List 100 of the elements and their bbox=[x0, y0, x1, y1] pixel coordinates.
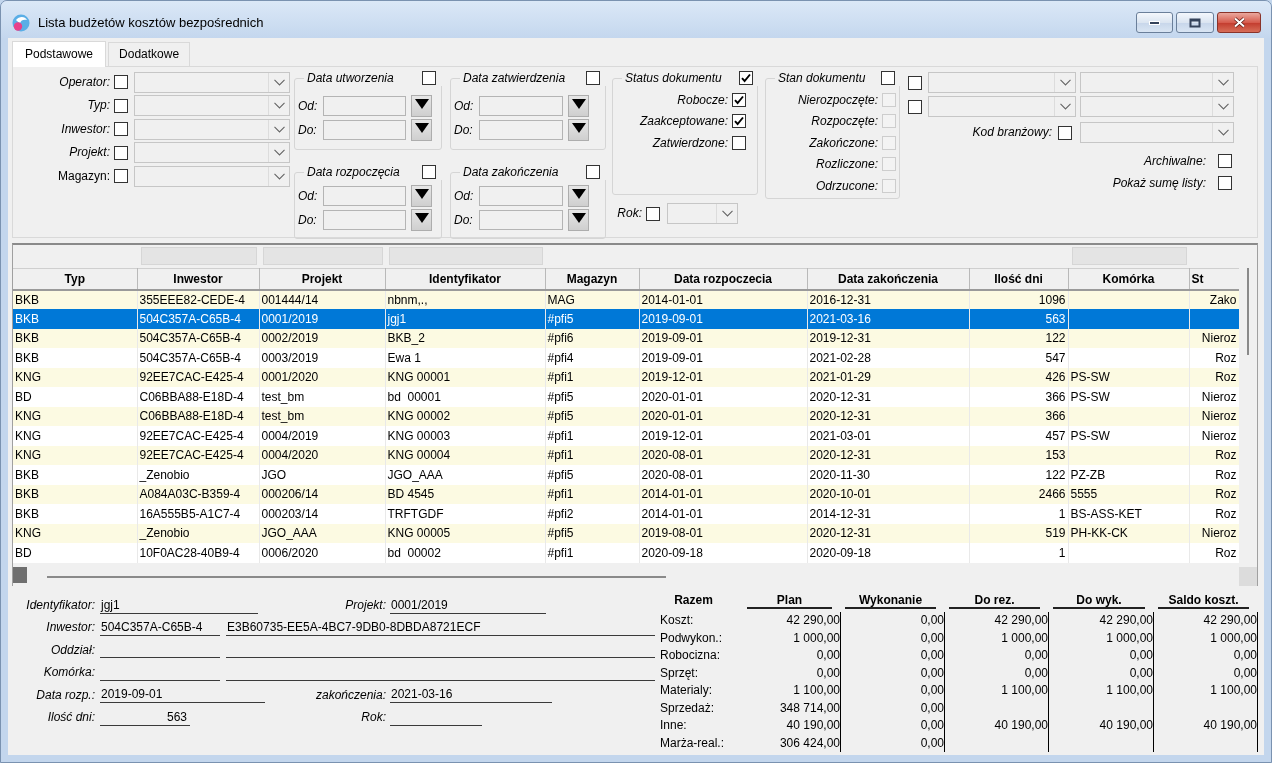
table-row[interactable]: KNG _Zenobio JGO_AAA KNG 00005 #pfi5 2019-08-01 2020-12-31 519 PH-KK-CK Nieroz bbox=[13, 523, 1239, 543]
table-cell: 40 190,00 bbox=[1049, 717, 1154, 735]
column-header: Razem bbox=[673, 592, 714, 609]
table-row[interactable]: BKB 504C357A-C65B-4 0002/2019 BKB_2 #pfi6 2019-09-01 2019-12-31 122 Nieroz bbox=[13, 328, 1239, 348]
filter-field[interactable] bbox=[389, 247, 543, 265]
field-label: Projekt: bbox=[68, 145, 111, 160]
table-cell: 0001/2019 bbox=[259, 309, 385, 329]
table-row[interactable]: BKB 355EEE82-CEDE-4 001444/14 nbnm,., MAG 2014-01-01 2016-12-31 1096 Zako bbox=[13, 289, 1239, 309]
checkbox[interactable] bbox=[1218, 154, 1232, 168]
filter-field[interactable] bbox=[263, 247, 383, 265]
checkbox[interactable] bbox=[114, 169, 128, 183]
date-field[interactable] bbox=[323, 96, 406, 116]
table-row[interactable]: BKB A084A03C-B359-4 000206/14 BD 4545 #pfi1 2014-01-01 2020-10-01 2466 5555 Roz bbox=[13, 484, 1239, 504]
checkbox[interactable] bbox=[114, 98, 128, 113]
checkbox[interactable] bbox=[739, 71, 753, 85]
caret-down-icon bbox=[571, 213, 586, 223]
table-row[interactable]: KNG 92EE7CAC-E425-4 0001/2020 KNG 00001 #pfi1 2019-12-01 2021-01-29 426 PS-SW Roz bbox=[13, 367, 1239, 387]
table-cell: 0004/2019 bbox=[259, 426, 385, 446]
date-field[interactable] bbox=[479, 96, 563, 116]
table-row[interactable]: BKB 16A555B5-A1C7-4 000203/14 TRFTGDF #pfi2 2014-01-01 2014-12-31 1 BS-ASS-KET Roz bbox=[13, 504, 1239, 524]
checkbox[interactable] bbox=[1058, 125, 1072, 140]
date-field[interactable] bbox=[323, 120, 406, 140]
checkbox[interactable] bbox=[422, 71, 436, 85]
checkbox[interactable] bbox=[732, 135, 746, 150]
table-row[interactable]: KNG C06BBA88-E18D-4 test_bm KNG 00002 #pfi5 2020-01-01 2020-12-31 366 Nieroz bbox=[13, 406, 1239, 426]
checkbox[interactable] bbox=[114, 75, 128, 89]
checkbox[interactable] bbox=[908, 99, 922, 114]
minimize-button[interactable] bbox=[1136, 12, 1173, 33]
date-field[interactable] bbox=[479, 210, 563, 230]
date-field[interactable] bbox=[479, 120, 563, 140]
dropdown-button[interactable] bbox=[411, 95, 432, 117]
table-row[interactable]: BKB 504C357A-C65B-4 0003/2019 Ewa 1 #pfi4 2019-09-01 2021-02-28 547 Roz bbox=[13, 348, 1239, 368]
field-label: Od: bbox=[454, 98, 475, 114]
column-header[interactable]: Identyfikator bbox=[385, 268, 545, 290]
checkbox[interactable] bbox=[881, 71, 895, 85]
row-label: Robocizna: bbox=[659, 648, 721, 663]
dropdown-button[interactable] bbox=[568, 185, 589, 207]
maximize-button[interactable] bbox=[1176, 12, 1214, 33]
vertical-scrollbar[interactable] bbox=[1239, 245, 1257, 567]
column-header[interactable]: Komórka bbox=[1068, 268, 1189, 290]
table-row[interactable]: KNG 92EE7CAC-E425-4 0004/2019 KNG 00003 #pfi1 2019-12-01 2021-03-01 457 PS-SW Nieroz bbox=[13, 426, 1239, 446]
close-button[interactable] bbox=[1217, 12, 1261, 33]
dropdown-button[interactable] bbox=[568, 119, 589, 141]
caret-down-icon bbox=[571, 189, 586, 199]
chevron-down-icon bbox=[1217, 129, 1229, 136]
dropdown-button[interactable] bbox=[411, 209, 432, 231]
dropdown-button[interactable] bbox=[411, 185, 432, 207]
scrollbar-thumb[interactable] bbox=[47, 575, 666, 578]
filter-field[interactable] bbox=[141, 247, 257, 265]
checkbox[interactable] bbox=[114, 145, 128, 160]
column-header[interactable]: Inwestor bbox=[137, 268, 259, 290]
option-label: Zakończone: bbox=[809, 135, 878, 150]
table-row[interactable]: BKB _Zenobio JGO JGO_AAA #pfi5 2020-08-01 2020-11-30 122 PZ-ZB Roz bbox=[13, 465, 1239, 485]
table-row[interactable]: BD C06BBA88-E18D-4 test_bm bd 00001 #pfi5 2020-01-01 2020-12-31 366 PS-SW Nieroz bbox=[13, 387, 1239, 407]
dropdown-button[interactable] bbox=[411, 119, 432, 141]
chevron-down-icon bbox=[1059, 79, 1071, 86]
table-cell: 2014-12-31 bbox=[807, 504, 969, 524]
column-header[interactable]: Ilość dni bbox=[969, 268, 1068, 290]
table-row[interactable]: BD 10F0AC28-40B9-4 0006/2020 bd 00002 #pfi1 2020-09-18 2020-09-18 1 Roz bbox=[13, 543, 1239, 563]
table-cell: 0,00 bbox=[841, 612, 945, 630]
table-cell: 1 000,00 bbox=[1049, 629, 1154, 647]
filter-field[interactable] bbox=[1072, 247, 1187, 265]
option-label: Pokaż sumę listy: bbox=[1112, 175, 1206, 191]
column-header[interactable]: Projekt bbox=[259, 268, 385, 290]
table-cell: 2019-12-01 bbox=[639, 426, 807, 446]
table-cell: 0,00 bbox=[841, 664, 945, 682]
row-label: Inne: bbox=[659, 718, 687, 733]
tab[interactable]: Podstawowe bbox=[12, 41, 107, 67]
field-label: Typ: bbox=[86, 98, 111, 113]
table-cell: 2020-11-30 bbox=[807, 465, 969, 485]
column-header[interactable]: Data rozpoczecia bbox=[639, 268, 807, 290]
tab[interactable]: Dodatkowe bbox=[108, 42, 191, 66]
checkbox[interactable] bbox=[1218, 176, 1232, 190]
date-field[interactable] bbox=[323, 186, 406, 206]
checkbox[interactable] bbox=[646, 206, 660, 221]
table-row[interactable]: BKB 504C357A-C65B-4 0001/2019 jgj1 #pfi5 2019-09-01 2021-03-16 563 bbox=[13, 309, 1239, 329]
read-only-field: 504C357A-C65B-4 bbox=[100, 619, 220, 637]
table-cell: 0,00 bbox=[1049, 664, 1154, 682]
date-field[interactable] bbox=[479, 186, 563, 206]
read-only-field: jgj1 bbox=[100, 596, 258, 614]
column-header[interactable]: Magazyn bbox=[545, 268, 639, 290]
checkbox[interactable] bbox=[114, 122, 128, 136]
scrollbar-thumb[interactable] bbox=[1247, 268, 1249, 355]
checkbox[interactable] bbox=[732, 114, 746, 129]
column-header[interactable]: Data zakończenia bbox=[807, 268, 969, 290]
checkbox[interactable] bbox=[732, 92, 746, 107]
table-cell: 1 bbox=[969, 504, 1068, 524]
checkbox[interactable] bbox=[422, 165, 436, 179]
column-header[interactable]: St bbox=[1189, 268, 1239, 290]
date-field[interactable] bbox=[323, 210, 406, 230]
column-header[interactable]: Typ bbox=[13, 268, 137, 290]
dropdown-button[interactable] bbox=[568, 95, 589, 117]
caret-down-icon bbox=[414, 99, 429, 109]
table-cell: JGO bbox=[259, 465, 385, 485]
field-label: Data rozp.: bbox=[35, 687, 96, 702]
checkbox[interactable] bbox=[586, 165, 600, 179]
checkbox[interactable] bbox=[908, 75, 922, 90]
dropdown-button[interactable] bbox=[568, 209, 589, 231]
checkbox[interactable] bbox=[586, 71, 600, 85]
table-row[interactable]: KNG 92EE7CAC-E425-4 0004/2020 KNG 00004 #pfi1 2020-08-01 2020-12-31 153 Roz bbox=[13, 445, 1239, 465]
